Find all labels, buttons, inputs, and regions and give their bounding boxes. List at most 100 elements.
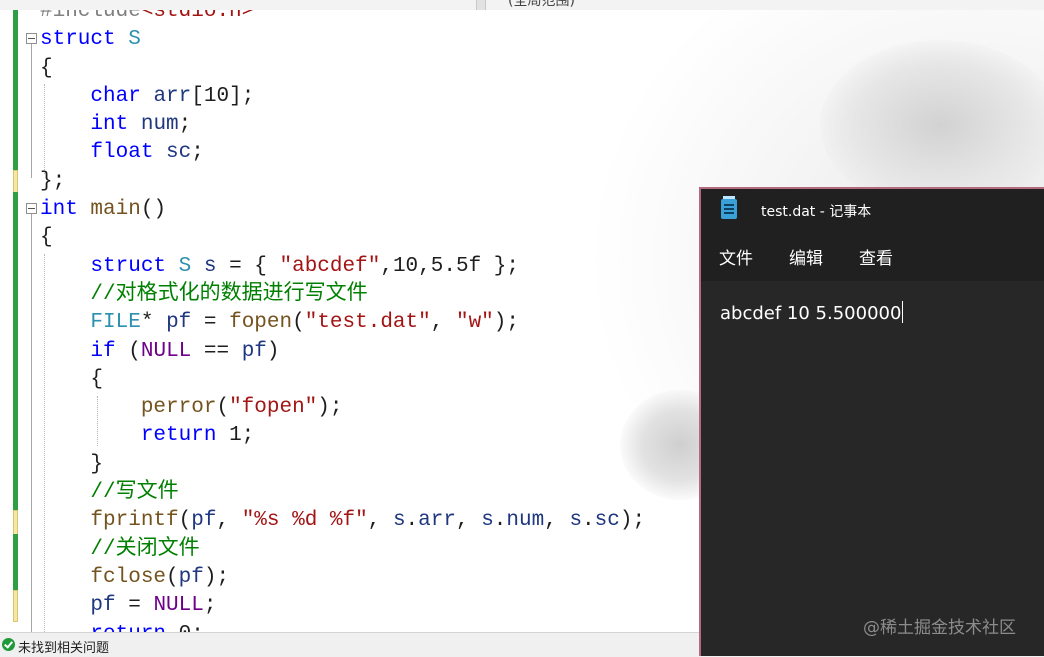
code-token: 10 [392,254,419,278]
code-line[interactable]: return 0; [40,623,203,632]
code-line[interactable]: { [40,368,103,391]
code-line[interactable]: fclose(pf); [40,566,229,589]
code-token: num [506,509,545,533]
code-token: main [90,198,141,222]
code-token: "w" [455,311,494,335]
code-token: ( [166,565,179,589]
code-token: } [40,452,104,476]
code-token: pf [178,565,204,589]
code-token: . [405,509,419,533]
code-token: "%s %d %f" [241,509,368,533]
editor-margin [0,10,38,632]
code-token: int [40,198,78,222]
code-line[interactable]: struct S [40,28,141,51]
code-token: fopen [229,311,293,335]
code-token: if [90,339,116,363]
notepad-title-bar[interactable]: test.dat - 记事本 [701,189,1044,231]
code-token: ); [203,565,230,589]
code-token: s [569,509,583,533]
change-marker-saved [13,534,18,590]
menu-file[interactable]: 文件 [719,244,753,269]
code-line[interactable]: int num; [40,113,191,136]
notepad-text-content[interactable]: abcdef 10 5.500000 [720,301,904,324]
code-token: sc [594,509,620,533]
code-token: S [128,28,141,52]
code-line[interactable]: { [40,57,53,80]
code-token: = [115,594,154,618]
collapse-main-icon[interactable] [26,203,37,214]
fold-range-line [31,44,32,178]
code-token: { [40,226,53,250]
code-line[interactable]: }; [40,170,65,193]
code-token: }; [40,169,66,193]
code-token: fprintf [90,509,179,533]
code-token: . [582,509,595,533]
code-line[interactable]: //关闭文件 [40,537,200,561]
background-watermark [820,40,1044,210]
code-line[interactable]: return 1; [40,424,254,447]
code-line[interactable]: FILE* pf = fopen("test.dat", "w"); [40,311,519,334]
code-line[interactable]: fprintf(pf, "%s %d %f", s.arr, s.num, s.… [40,509,645,532]
source-code[interactable]: #include<stdio.h> struct S { char arr[10… [40,10,645,632]
code-token: 0 [179,623,192,632]
code-token: , [430,311,456,335]
text-caret [902,301,904,323]
code-token: { [40,56,53,80]
code-token: struct [90,254,167,278]
collapse-struct-icon[interactable] [26,33,37,44]
code-token: ]; [229,84,255,108]
code-token: ) [266,339,280,363]
code-token: 5.5f [430,254,482,278]
code-line[interactable]: //对格式化的数据进行写文件 [40,283,367,306]
code-token: ; [241,424,255,448]
change-marker-saved [13,10,18,170]
code-line[interactable]: //写文件 [40,481,178,504]
code-token: "fopen" [229,396,318,420]
code-token: FILE [90,311,141,335]
notepad-text-area[interactable]: abcdef 10 5.500000 @稀土掘金技术社区 [701,281,1044,656]
code-line[interactable]: int main() [40,198,166,221]
menu-view[interactable]: 查看 [859,244,893,269]
scope-dropdown[interactable]: (全局范围) [508,0,575,10]
code-token: int [90,113,129,137]
code-line[interactable]: pf = NULL; [40,594,216,617]
notepad-window[interactable]: test.dat - 记事本 文件 编辑 查看 abcdef 10 5.5000… [699,187,1044,656]
code-line[interactable]: float sc; [40,141,203,164]
code-token: ; [203,594,217,618]
code-token: , [380,254,393,278]
code-token: #include [40,10,141,23]
code-token: ; [178,113,192,137]
code-line[interactable]: if (NULL == pf) [40,339,280,363]
code-token: return [140,424,217,448]
toolbar-splitter[interactable] [476,0,486,10]
code-line[interactable]: perror("fopen"); [40,396,343,419]
code-token: , [544,509,570,533]
code-line[interactable]: char arr[10]; [40,85,254,108]
menu-edit[interactable]: 编辑 [789,244,823,269]
fold-range-line [31,214,32,632]
code-token: fclose [90,565,167,589]
code-line[interactable]: #include<stdio.h> [40,10,254,23]
code-line[interactable]: { [40,226,53,249]
code-line[interactable]: struct S s = { "abcdef",10,5.5f }; [40,255,519,278]
code-token: { [40,367,104,391]
code-token: //关闭文件 [90,537,200,561]
code-token: arr [418,509,456,533]
code-token: NULL [153,594,204,618]
code-line[interactable]: } [40,453,103,476]
issues-status[interactable]: 未找到相关问题 [18,637,109,656]
code-token: == [191,339,242,363]
code-token: , [216,509,242,533]
code-token: return [90,623,166,632]
